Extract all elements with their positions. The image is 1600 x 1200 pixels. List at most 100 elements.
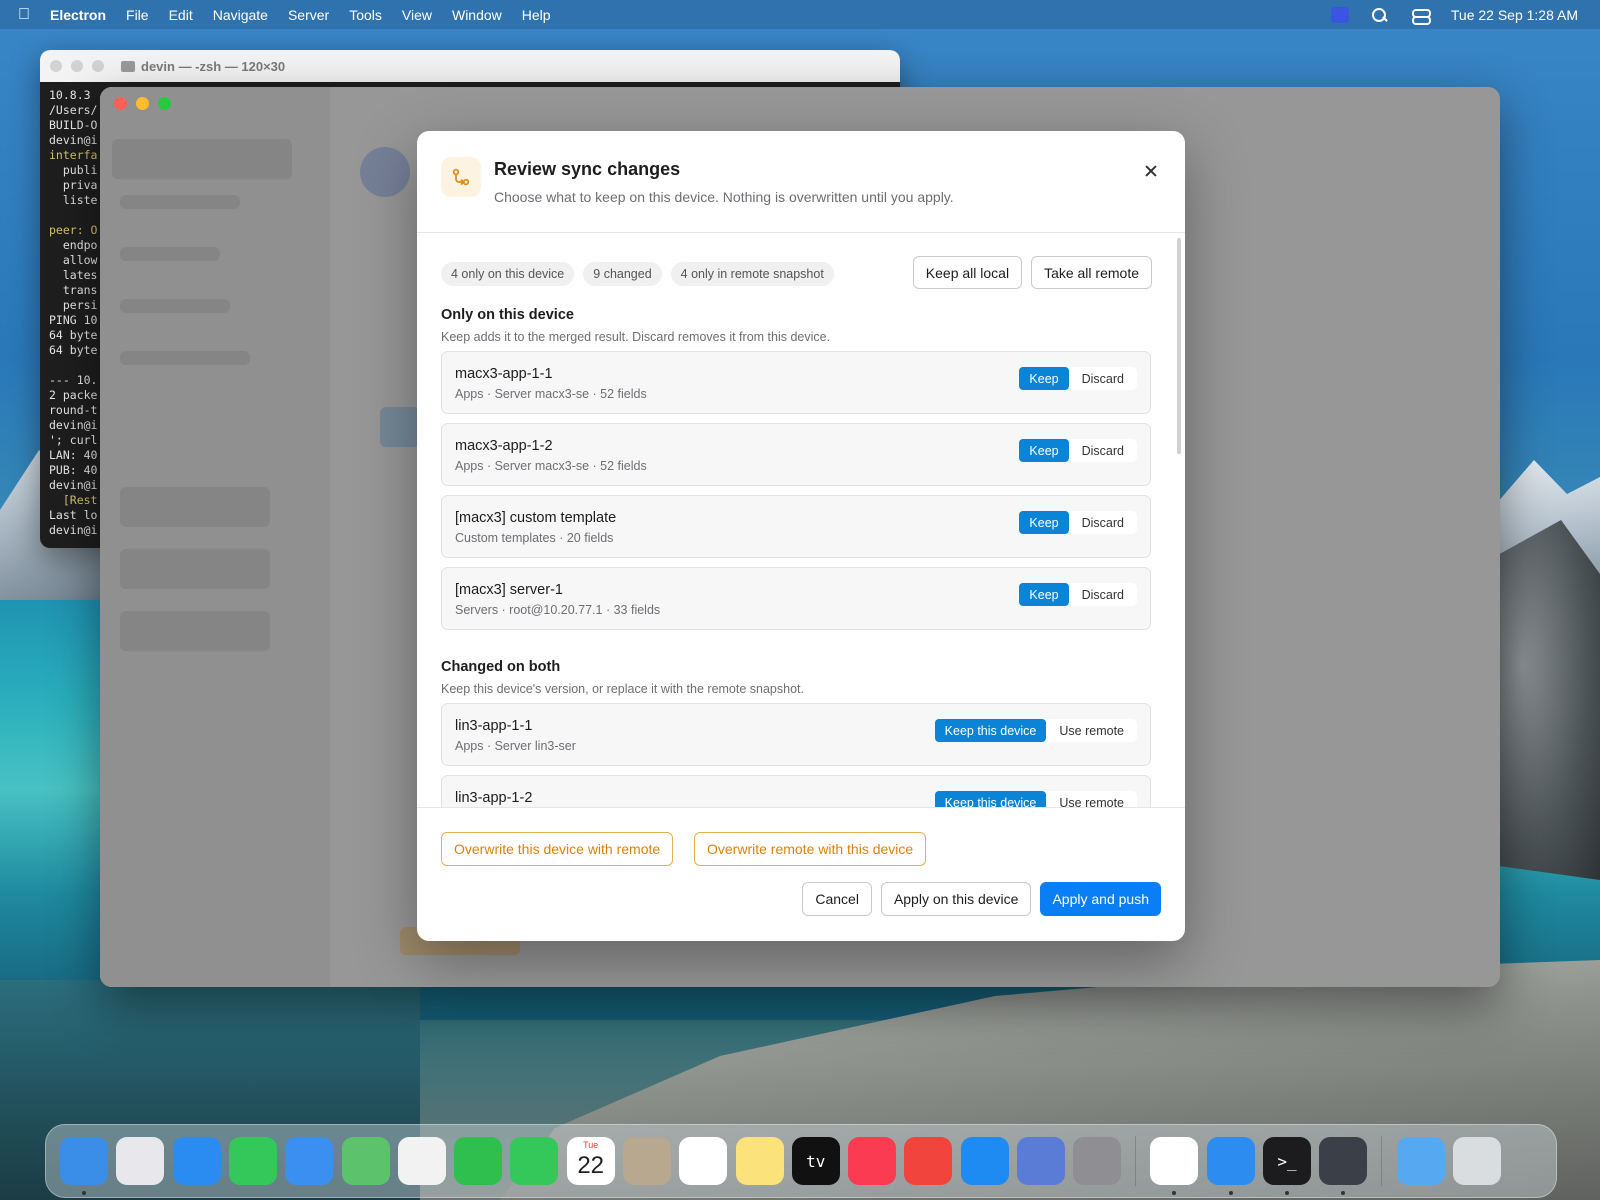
item-name: [macx3] server-1 xyxy=(455,582,563,598)
menu-app-name[interactable]: Electron xyxy=(50,7,106,23)
window-zoom-button[interactable] xyxy=(158,97,171,110)
trash-icon[interactable] xyxy=(1452,1137,1501,1185)
use-remote-button[interactable]: Use remote xyxy=(1046,791,1137,808)
section-desc-changed: Keep this device's version, or replace i… xyxy=(441,682,804,696)
item-choice: Keep Discard xyxy=(1019,511,1137,534)
menu-file[interactable]: File xyxy=(126,7,149,23)
appletv-icon[interactable]: tv xyxy=(791,1137,840,1185)
dialog-body[interactable]: 4 only on this device 9 changed 4 only i… xyxy=(417,234,1185,807)
running-indicator xyxy=(1341,1191,1346,1195)
photos-icon[interactable] xyxy=(397,1137,446,1185)
menu-clock[interactable]: Tue 22 Sep 1:28 AM xyxy=(1451,7,1578,23)
app-status-icon[interactable] xyxy=(1330,6,1349,23)
keep-button[interactable]: Keep xyxy=(1019,439,1069,462)
simulator-icon[interactable] xyxy=(1016,1137,1065,1185)
terminal-titlebar[interactable]: devin — -zsh — 120×30 xyxy=(40,50,900,82)
dialog-title: Review sync changes xyxy=(494,159,681,179)
keep-this-device-button[interactable]: Keep this device xyxy=(934,719,1047,742)
running-indicator xyxy=(82,1191,87,1195)
section-title-local: Only on this device xyxy=(441,307,574,323)
maps-icon[interactable] xyxy=(341,1137,390,1185)
apply-and-push-button[interactable]: Apply and push xyxy=(1040,882,1161,916)
terminal-minimize-button[interactable] xyxy=(71,60,83,72)
files-icon[interactable] xyxy=(1206,1137,1255,1195)
chip-remote-only: 4 only in remote snapshot xyxy=(670,262,834,286)
menu-edit[interactable]: Edit xyxy=(169,7,193,23)
discard-button[interactable]: Discard xyxy=(1069,583,1137,606)
list-item: [macx3] custom template Custom templates… xyxy=(441,495,1151,558)
dock-separator xyxy=(1381,1136,1383,1186)
bulk-actions: Keep all local Take all remote xyxy=(912,256,1152,289)
menu-tools[interactable]: Tools xyxy=(349,7,382,23)
section-title-changed: Changed on both xyxy=(441,659,561,675)
window-minimize-button[interactable] xyxy=(136,97,149,110)
dock-icon-label: tv xyxy=(806,1151,826,1171)
downloads-folder-icon[interactable] xyxy=(1396,1137,1445,1185)
chip-local-only: 4 only on this device xyxy=(441,262,575,286)
menu-view[interactable]: View xyxy=(402,7,432,23)
review-sync-dialog: Review sync changes Choose what to keep … xyxy=(417,131,1185,941)
apply-local-button[interactable]: Apply on this device xyxy=(880,882,1032,916)
mail-icon[interactable] xyxy=(285,1137,334,1185)
menu-bar-status: Tue 22 Sep 1:28 AM xyxy=(1330,0,1578,29)
settings-icon[interactable] xyxy=(1073,1137,1122,1185)
window-controls xyxy=(114,97,171,110)
appstore-icon[interactable] xyxy=(960,1137,1009,1185)
finder-icon[interactable] xyxy=(60,1137,109,1195)
item-name: lin3-app-1-1 xyxy=(455,718,533,734)
safari-icon[interactable] xyxy=(172,1137,221,1185)
dock-separator xyxy=(1135,1136,1137,1186)
overwrite-remote-button[interactable]: Overwrite remote with this device xyxy=(694,832,927,866)
item-name: lin3-app-1-2 xyxy=(455,790,533,806)
menu-navigate[interactable]: Navigate xyxy=(213,7,268,23)
launchpad-icon[interactable] xyxy=(116,1137,165,1185)
dialog-footer: Overwrite this device with remote Overwr… xyxy=(417,807,1185,941)
close-icon[interactable] xyxy=(1139,159,1163,183)
item-meta: Custom templates · 20 fields xyxy=(455,531,614,545)
rocket-icon[interactable] xyxy=(904,1137,953,1185)
use-remote-button[interactable]: Use remote xyxy=(1046,719,1137,742)
cancel-button[interactable]: Cancel xyxy=(802,882,872,916)
dialog-scrollbar[interactable] xyxy=(1177,238,1181,454)
menu-server[interactable]: Server xyxy=(288,7,329,23)
discard-button[interactable]: Discard xyxy=(1069,511,1137,534)
terminal-zoom-button[interactable] xyxy=(92,60,104,72)
keep-all-local-button[interactable]: Keep all local xyxy=(912,256,1023,289)
apple-icon[interactable]:  xyxy=(18,6,30,24)
spotlight-search-icon[interactable] xyxy=(1371,7,1389,23)
window-close-button[interactable] xyxy=(114,97,127,110)
terminal-title: devin — -zsh — 120×30 xyxy=(121,59,285,74)
terminal-icon[interactable]: >_ xyxy=(1263,1137,1312,1195)
dialog-subtitle: Choose what to keep on this device. Noth… xyxy=(494,189,954,205)
electron-icon[interactable] xyxy=(1319,1137,1368,1195)
chrome-icon[interactable] xyxy=(1150,1137,1199,1195)
keep-button[interactable]: Keep xyxy=(1019,367,1069,390)
reminders-icon[interactable] xyxy=(679,1137,728,1185)
take-all-remote-button[interactable]: Take all remote xyxy=(1031,256,1152,289)
facetime-icon[interactable] xyxy=(454,1137,503,1185)
keep-this-device-button[interactable]: Keep this device xyxy=(934,791,1047,807)
overwrite-local-button[interactable]: Overwrite this device with remote xyxy=(441,832,674,866)
dock-icon-label: >_ xyxy=(1277,1151,1297,1171)
discard-button[interactable]: Discard xyxy=(1069,439,1137,462)
menu-window[interactable]: Window xyxy=(452,7,502,23)
terminal-close-button[interactable] xyxy=(50,60,62,72)
sync-icon xyxy=(441,157,481,197)
list-item: macx3-app-1-1 Apps · Server macx3-se · 5… xyxy=(441,351,1151,414)
item-meta: Servers · root@10.20.77.1 · 33 fields xyxy=(455,603,661,617)
control-center-icon[interactable] xyxy=(1411,7,1431,25)
folder-icon xyxy=(121,60,135,72)
messages-icon[interactable] xyxy=(228,1137,277,1185)
keep-button[interactable]: Keep xyxy=(1019,511,1069,534)
menu-help[interactable]: Help xyxy=(522,7,551,23)
terminal-title-text: devin — -zsh — 120×30 xyxy=(141,58,286,74)
list-item: macx3-app-1-2 Apps · Server macx3-se · 5… xyxy=(441,423,1151,486)
phone-icon[interactable] xyxy=(510,1137,559,1185)
music-icon[interactable] xyxy=(848,1137,897,1185)
calendar-icon[interactable]: Tue 22 xyxy=(566,1137,615,1185)
notes-icon[interactable] xyxy=(735,1137,784,1185)
contacts-icon[interactable] xyxy=(622,1137,671,1185)
keep-button[interactable]: Keep xyxy=(1019,583,1069,606)
item-name: [macx3] custom template xyxy=(455,510,617,526)
discard-button[interactable]: Discard xyxy=(1069,367,1137,390)
